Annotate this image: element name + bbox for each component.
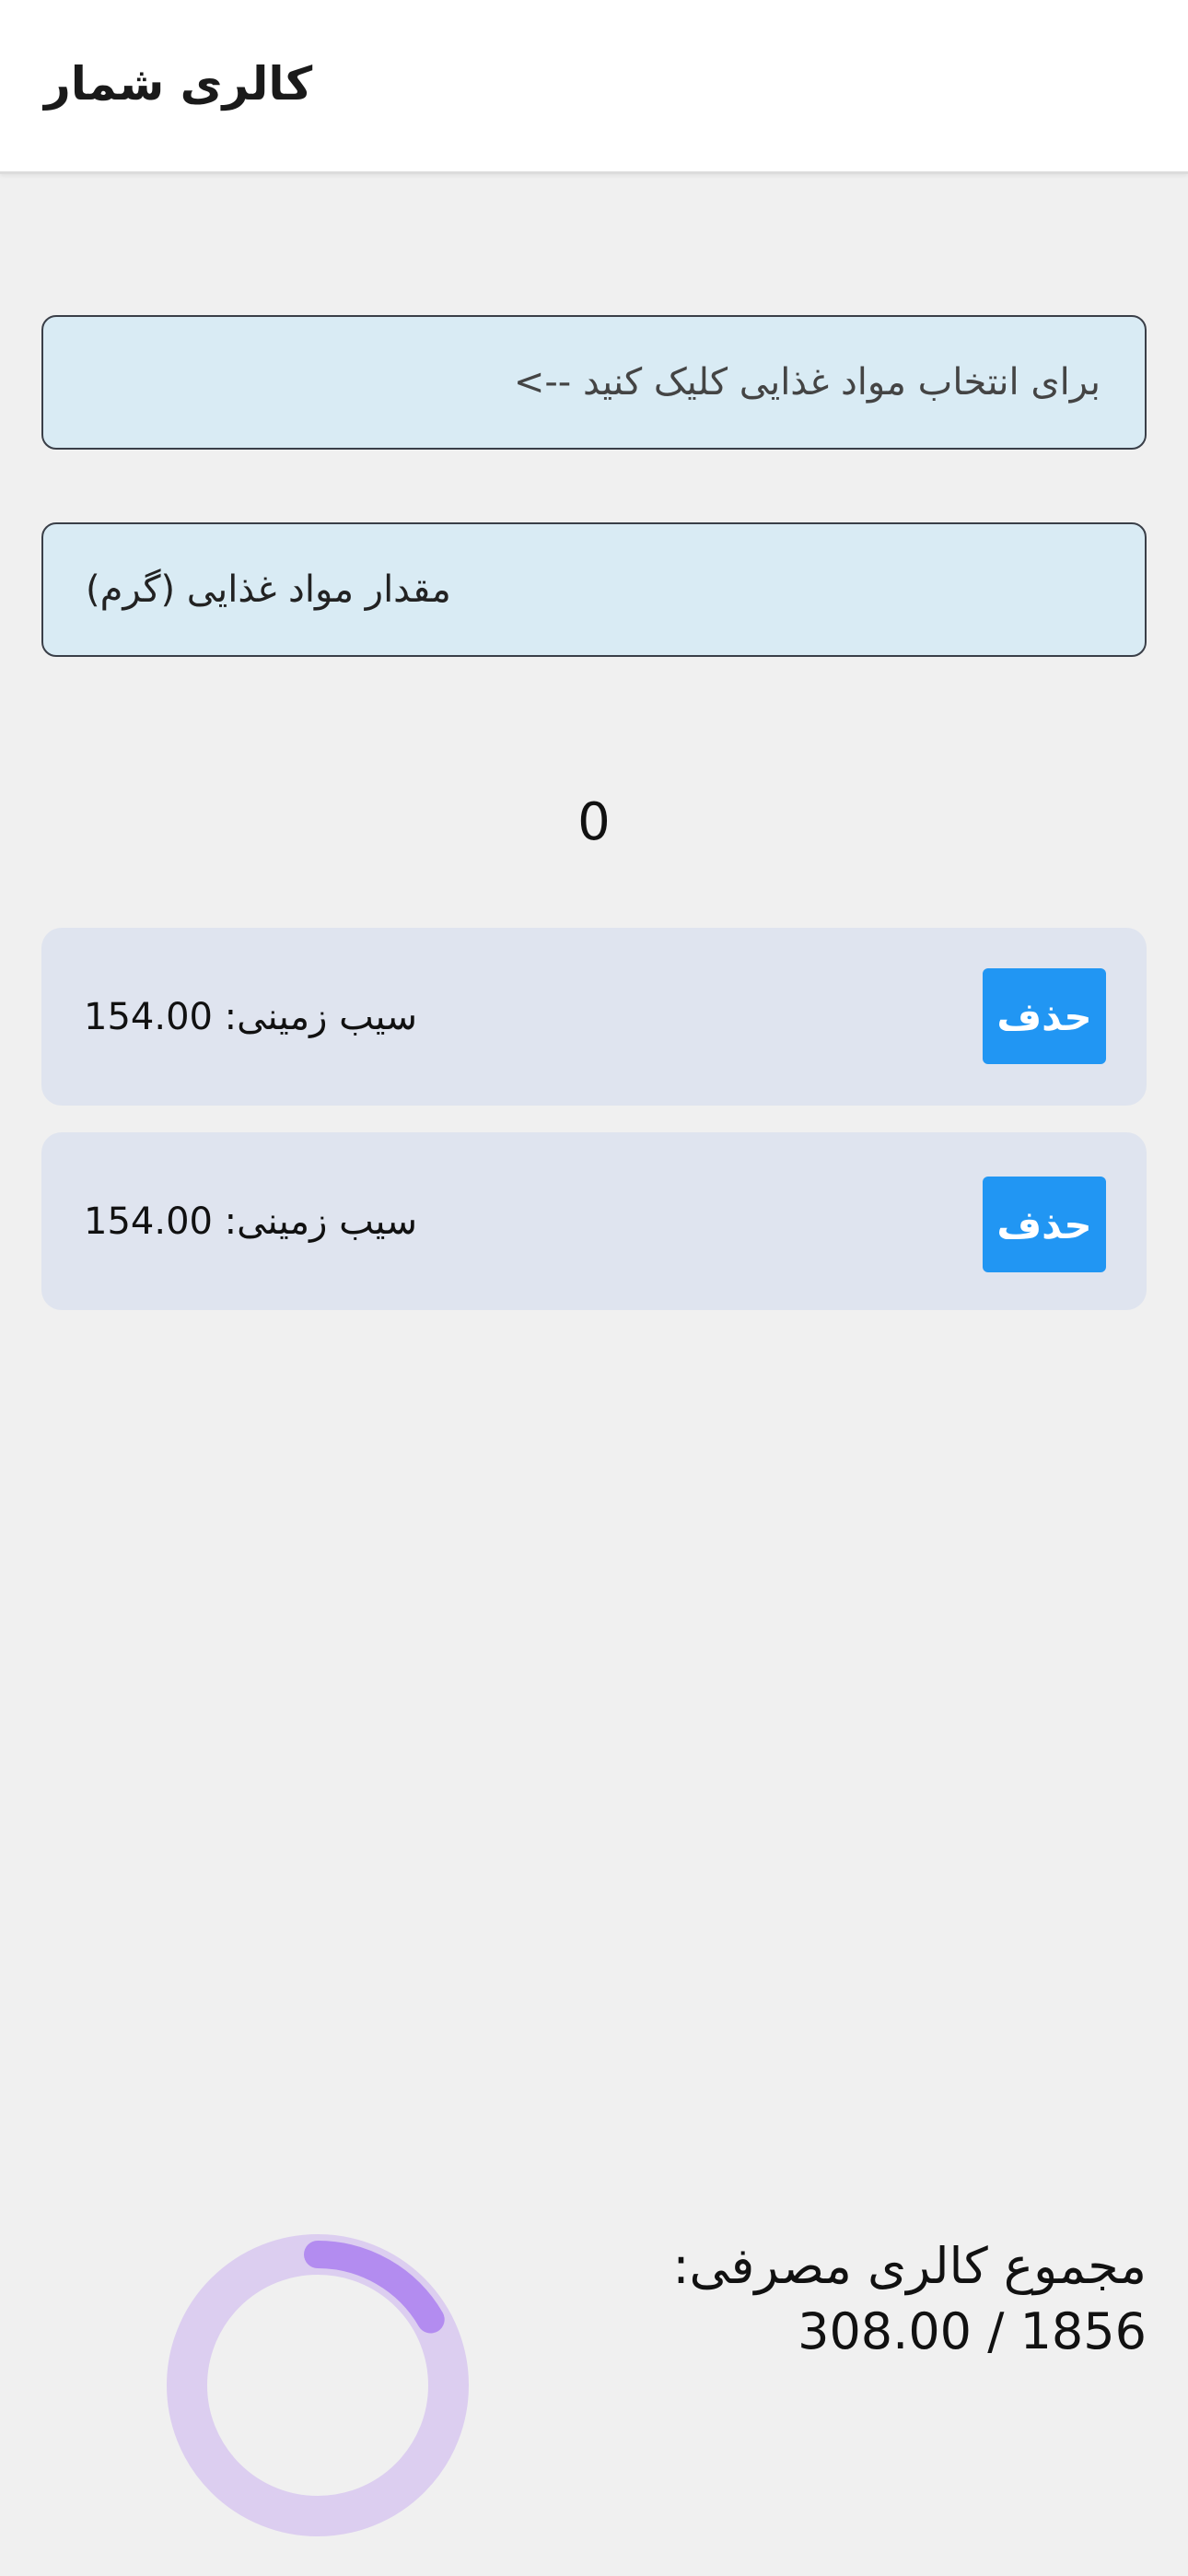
food-list-item: سیب زمینی: 154.00 حذف <box>41 1132 1147 1310</box>
calorie-summary-label: مجموع کالری مصرفی: <box>672 2237 1147 2295</box>
food-select-field[interactable]: برای انتخاب مواد غذایی کلیک کنید --> <box>41 315 1147 450</box>
counter-value: 0 <box>577 792 611 852</box>
delete-button[interactable]: حذف <box>983 968 1106 1064</box>
calorie-progress-ring <box>167 2234 469 2536</box>
calorie-summary: مجموع کالری مصرفی: 308.00 / 1856 <box>672 2237 1147 2360</box>
app-title: کالری شمار <box>44 57 313 111</box>
amount-field-container <box>41 522 1147 657</box>
food-item-label: سیب زمینی: 154.00 <box>84 1200 417 1243</box>
delete-button[interactable]: حذف <box>983 1177 1106 1272</box>
app-bar: کالری شمار <box>0 0 1188 174</box>
calorie-summary-value: 308.00 / 1856 <box>798 2302 1147 2360</box>
amount-input[interactable] <box>43 524 1145 655</box>
food-list-item: سیب زمینی: 154.00 حذف <box>41 928 1147 1106</box>
food-item-label: سیب زمینی: 154.00 <box>84 995 417 1038</box>
food-select-text: برای انتخاب مواد غذایی کلیک کنید --> <box>513 361 1101 404</box>
